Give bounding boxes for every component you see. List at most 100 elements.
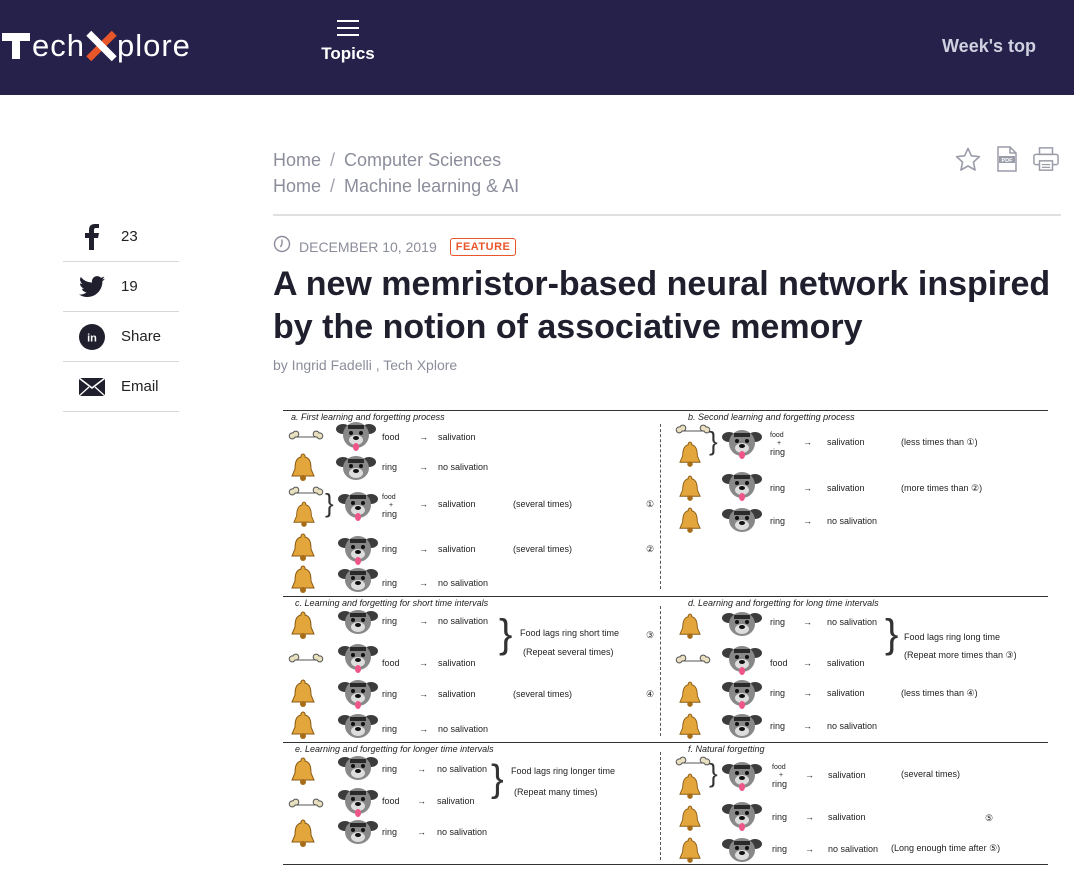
figure-rule-top — [283, 410, 1048, 411]
linkedin-share-button[interactable]: in Share — [63, 312, 179, 362]
label-number-5: ⑤ — [985, 813, 994, 823]
label-food: food — [382, 796, 400, 806]
label-no-salivation: no salivation — [827, 516, 878, 526]
label-no-salivation: no salivation — [438, 578, 489, 588]
topics-label: Topics — [321, 44, 375, 63]
label-ring: ring — [382, 544, 398, 554]
label-food-small: food — [772, 764, 786, 771]
bell-icon — [291, 711, 315, 739]
bell-icon — [291, 453, 315, 481]
bell-icon — [679, 507, 701, 533]
label-long-time-1: Food lags ring long time — [904, 632, 1001, 642]
dog-icon — [722, 680, 762, 709]
label-ring: ring — [382, 578, 398, 588]
print-icon[interactable] — [1033, 146, 1059, 172]
label-short-time-1: Food lags ring short time — [520, 628, 620, 638]
dog-icon — [338, 568, 378, 592]
label-salivation: salivation — [827, 688, 865, 698]
label-ring: ring — [770, 617, 786, 627]
dog-icon — [722, 802, 762, 831]
label-long-enough-time: (Long enough time after ⑤) — [891, 843, 1001, 853]
bell-icon — [291, 819, 315, 847]
dog-icon — [338, 610, 378, 634]
brace: } — [491, 758, 504, 800]
bone-icon — [288, 653, 324, 663]
breadcrumb-separator: / — [330, 176, 336, 196]
label-salivation: salivation — [828, 812, 866, 822]
label-ring: ring — [770, 688, 786, 698]
bone-icon — [288, 430, 324, 440]
arrow: → — [803, 516, 812, 526]
label-ring: ring — [382, 689, 398, 699]
dog-icon — [338, 788, 378, 817]
figure-rule-1 — [283, 596, 1048, 597]
bell-icon — [291, 757, 315, 785]
facebook-count: 23 — [121, 228, 138, 245]
arrow: → — [419, 658, 428, 668]
label-food: food — [770, 658, 788, 668]
breadcrumb-line-1: Home / Computer Sciences — [273, 147, 519, 173]
dog-icon — [722, 508, 762, 532]
label-no-salivation: no salivation — [827, 721, 878, 731]
facebook-share-button[interactable]: 23 — [63, 212, 179, 262]
label-ring: ring — [382, 462, 398, 472]
arrow: → — [803, 688, 812, 698]
breadcrumb-home-link[interactable]: Home — [273, 150, 321, 170]
label-salivation: salivation — [438, 689, 476, 699]
label-food: food — [382, 658, 400, 668]
label-salivation: salivation — [438, 432, 476, 442]
logo-t-mark — [2, 33, 30, 59]
pdf-icon[interactable]: PDF — [994, 146, 1020, 172]
feature-badge[interactable]: FEATURE — [449, 237, 517, 256]
label-salivation: salivation — [827, 658, 865, 668]
email-share-button[interactable]: Email — [63, 362, 179, 412]
bone-icon — [288, 798, 324, 808]
label-more-than-2: (more times than ②) — [901, 483, 983, 493]
dog-icon — [336, 422, 376, 451]
breadcrumb-computer-sciences-link[interactable]: Computer Sciences — [344, 150, 501, 170]
figure-rule-2 — [283, 742, 1048, 743]
site-logo[interactable]: ech plore — [2, 26, 191, 66]
bone-icon — [675, 756, 711, 766]
arrow: → — [417, 764, 426, 774]
linkedin-icon: in — [63, 323, 121, 350]
label-salivation: salivation — [827, 437, 865, 447]
bell-icon — [679, 805, 701, 831]
label-food-small: food — [770, 432, 784, 439]
label-several-times: (several times) — [513, 544, 573, 554]
arrow: → — [419, 689, 428, 699]
bell-icon — [679, 773, 701, 799]
arrow: → — [419, 499, 428, 509]
label-salivation: salivation — [827, 483, 865, 493]
label-no-salivation: no salivation — [438, 462, 489, 472]
figure-divider-ef — [660, 752, 661, 860]
bone-icon — [675, 424, 711, 434]
dog-icon — [722, 714, 762, 738]
dog-icon — [338, 820, 378, 844]
label-number-2: ② — [646, 544, 655, 554]
bone-icon — [675, 654, 711, 664]
label-long-time-2: (Repeat more times than ③) — [904, 650, 1017, 660]
breadcrumb-home-link[interactable]: Home — [273, 176, 321, 196]
panel-b-title: b. Second learning and forgetting proces… — [688, 412, 855, 422]
label-no-salivation: no salivation — [828, 844, 879, 854]
star-icon[interactable] — [955, 146, 981, 172]
dog-icon — [722, 838, 762, 862]
dog-icon — [722, 646, 762, 675]
dog-icon — [338, 492, 378, 521]
article-tools: PDF — [955, 146, 1059, 172]
twitter-share-button[interactable]: 19 — [63, 262, 179, 312]
label-no-salivation: no salivation — [827, 617, 878, 627]
weeks-top-link[interactable]: Week's top — [942, 36, 1036, 57]
bell-icon — [679, 441, 701, 467]
panel-c-title: c. Learning and forgetting for short tim… — [295, 598, 489, 608]
svg-text:PDF: PDF — [1002, 158, 1014, 164]
bell-icon — [291, 533, 315, 561]
topics-menu-button[interactable]: Topics — [318, 20, 378, 64]
breadcrumb-machine-learning-link[interactable]: Machine learning & AI — [344, 176, 519, 196]
dog-icon — [336, 456, 376, 480]
arrow: → — [419, 616, 428, 626]
label-plus: + — [389, 502, 394, 509]
dog-icon — [338, 644, 378, 673]
label-several-times: (several times) — [513, 689, 573, 699]
